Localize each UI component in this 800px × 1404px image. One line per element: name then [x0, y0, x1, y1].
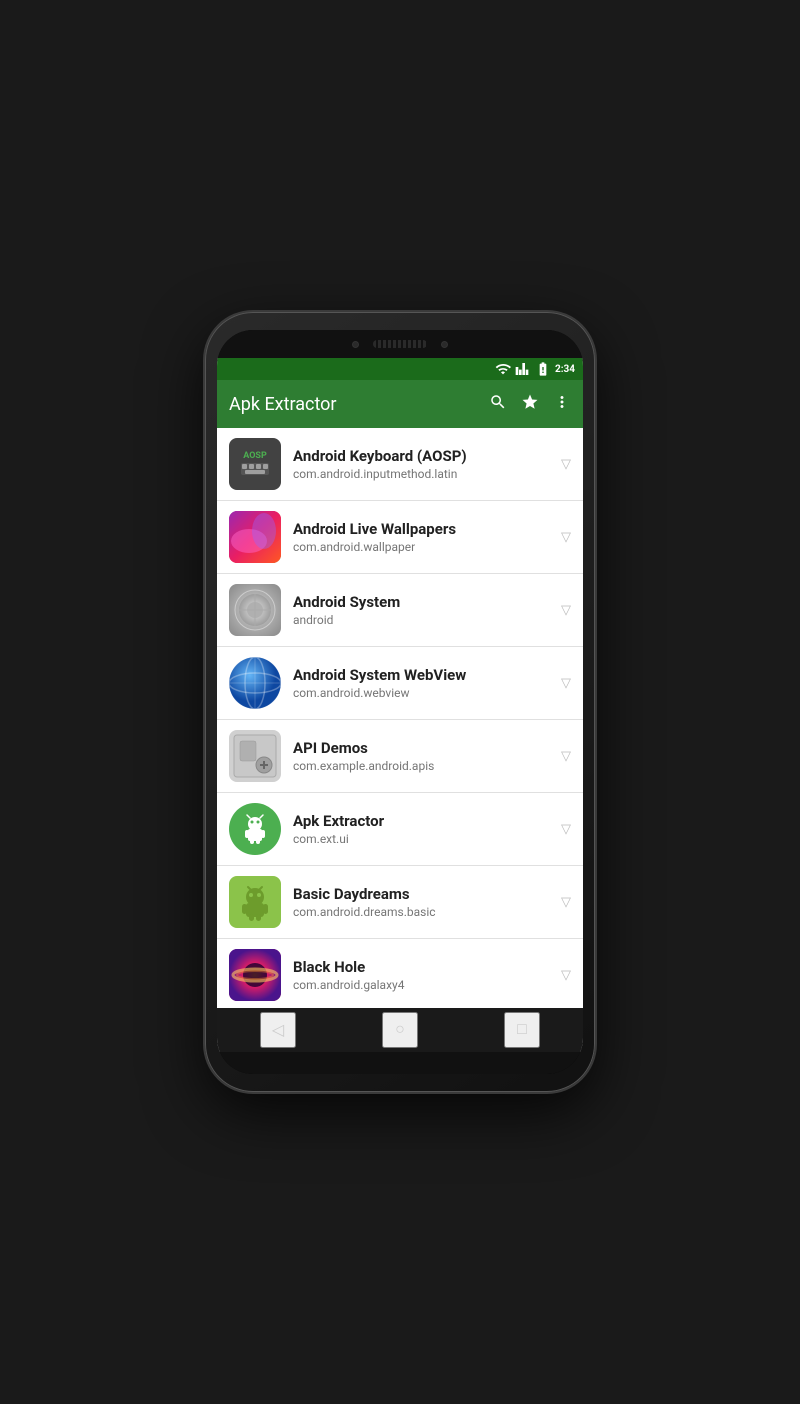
app-icon-android-keyboard: AOSP	[229, 438, 281, 490]
app-info: Android System WebView com.android.webvi…	[293, 666, 549, 700]
app-info: Android Keyboard (AOSP) com.android.inpu…	[293, 447, 549, 481]
app-name: Black Hole	[293, 958, 549, 976]
toolbar: Apk Extractor	[217, 380, 583, 428]
app-name: API Demos	[293, 739, 549, 757]
screen: 2:34 Apk Extractor	[217, 358, 583, 1052]
app-info: Android System android	[293, 593, 549, 627]
app-name: Android System	[293, 593, 549, 611]
phone-top-bar	[217, 330, 583, 358]
app-info: Android Live Wallpapers com.android.wall…	[293, 520, 549, 554]
download-icon[interactable]: ▽	[561, 895, 571, 910]
phone-bottom-bar	[217, 1052, 583, 1074]
favorites-icon[interactable]	[521, 393, 539, 415]
app-package: android	[293, 613, 549, 627]
list-item[interactable]: Android System WebView com.android.webvi…	[217, 647, 583, 720]
toolbar-title: Apk Extractor	[229, 394, 481, 415]
list-item[interactable]: Android Live Wallpapers com.android.wall…	[217, 501, 583, 574]
app-name: Android Live Wallpapers	[293, 520, 549, 538]
app-package: com.android.webview	[293, 686, 549, 700]
toolbar-icons	[489, 393, 571, 415]
app-icon-live-wallpapers	[229, 511, 281, 563]
download-icon[interactable]: ▽	[561, 968, 571, 983]
list-item[interactable]: API Demos com.example.android.apis ▽	[217, 720, 583, 793]
navigation-bar: ◁ ○ □	[217, 1008, 583, 1052]
list-item[interactable]: Basic Daydreams com.android.dreams.basic…	[217, 866, 583, 939]
app-icon-api-demos	[229, 730, 281, 782]
speaker-grille	[373, 340, 427, 348]
status-bar: 2:34	[217, 358, 583, 380]
wifi-icon	[495, 361, 511, 377]
app-icon-android-system	[229, 584, 281, 636]
app-info: Apk Extractor com.ext.ui	[293, 812, 549, 846]
camera-dot	[352, 341, 359, 348]
app-package: com.android.wallpaper	[293, 540, 549, 554]
app-package: com.example.android.apis	[293, 759, 549, 773]
search-icon[interactable]	[489, 393, 507, 415]
app-package: com.android.inputmethod.latin	[293, 467, 549, 481]
sensor-dot	[441, 341, 448, 348]
app-package: com.android.dreams.basic	[293, 905, 549, 919]
app-info: Basic Daydreams com.android.dreams.basic	[293, 885, 549, 919]
app-name: Android System WebView	[293, 666, 549, 684]
download-icon[interactable]: ▽	[561, 603, 571, 618]
app-name: Android Keyboard (AOSP)	[293, 447, 549, 465]
app-name: Apk Extractor	[293, 812, 549, 830]
app-info: Black Hole com.android.galaxy4	[293, 958, 549, 992]
list-item[interactable]: Android System android ▽	[217, 574, 583, 647]
list-item[interactable]: Black Hole com.android.galaxy4 ▽	[217, 939, 583, 1008]
phone-screen-container: 2:34 Apk Extractor	[217, 330, 583, 1074]
list-item[interactable]: AOSP Android Keyboard (AOSP) com.andro	[217, 428, 583, 501]
app-list[interactable]: AOSP Android Keyboard (AOSP) com.andro	[217, 428, 583, 1008]
app-package: com.android.galaxy4	[293, 978, 549, 992]
recents-button[interactable]: □	[504, 1012, 540, 1048]
app-icon-webview	[229, 657, 281, 709]
status-time: 2:34	[555, 364, 575, 375]
list-item[interactable]: Apk Extractor com.ext.ui ▽	[217, 793, 583, 866]
download-icon[interactable]: ▽	[561, 822, 571, 837]
back-button[interactable]: ◁	[260, 1012, 296, 1048]
app-info: API Demos com.example.android.apis	[293, 739, 549, 773]
app-icon-apk-extractor	[229, 803, 281, 855]
signal-icon	[515, 361, 531, 377]
download-icon[interactable]: ▽	[561, 749, 571, 764]
phone-device: 2:34 Apk Extractor	[205, 312, 595, 1092]
download-icon[interactable]: ▽	[561, 457, 571, 472]
home-button[interactable]: ○	[382, 1012, 418, 1048]
battery-icon	[535, 361, 551, 377]
status-icons: 2:34	[495, 361, 575, 377]
app-package: com.ext.ui	[293, 832, 549, 846]
app-icon-basic-daydreams	[229, 876, 281, 928]
download-icon[interactable]: ▽	[561, 530, 571, 545]
app-icon-black-hole	[229, 949, 281, 1001]
app-name: Basic Daydreams	[293, 885, 549, 903]
download-icon[interactable]: ▽	[561, 676, 571, 691]
more-options-icon[interactable]	[553, 393, 571, 415]
